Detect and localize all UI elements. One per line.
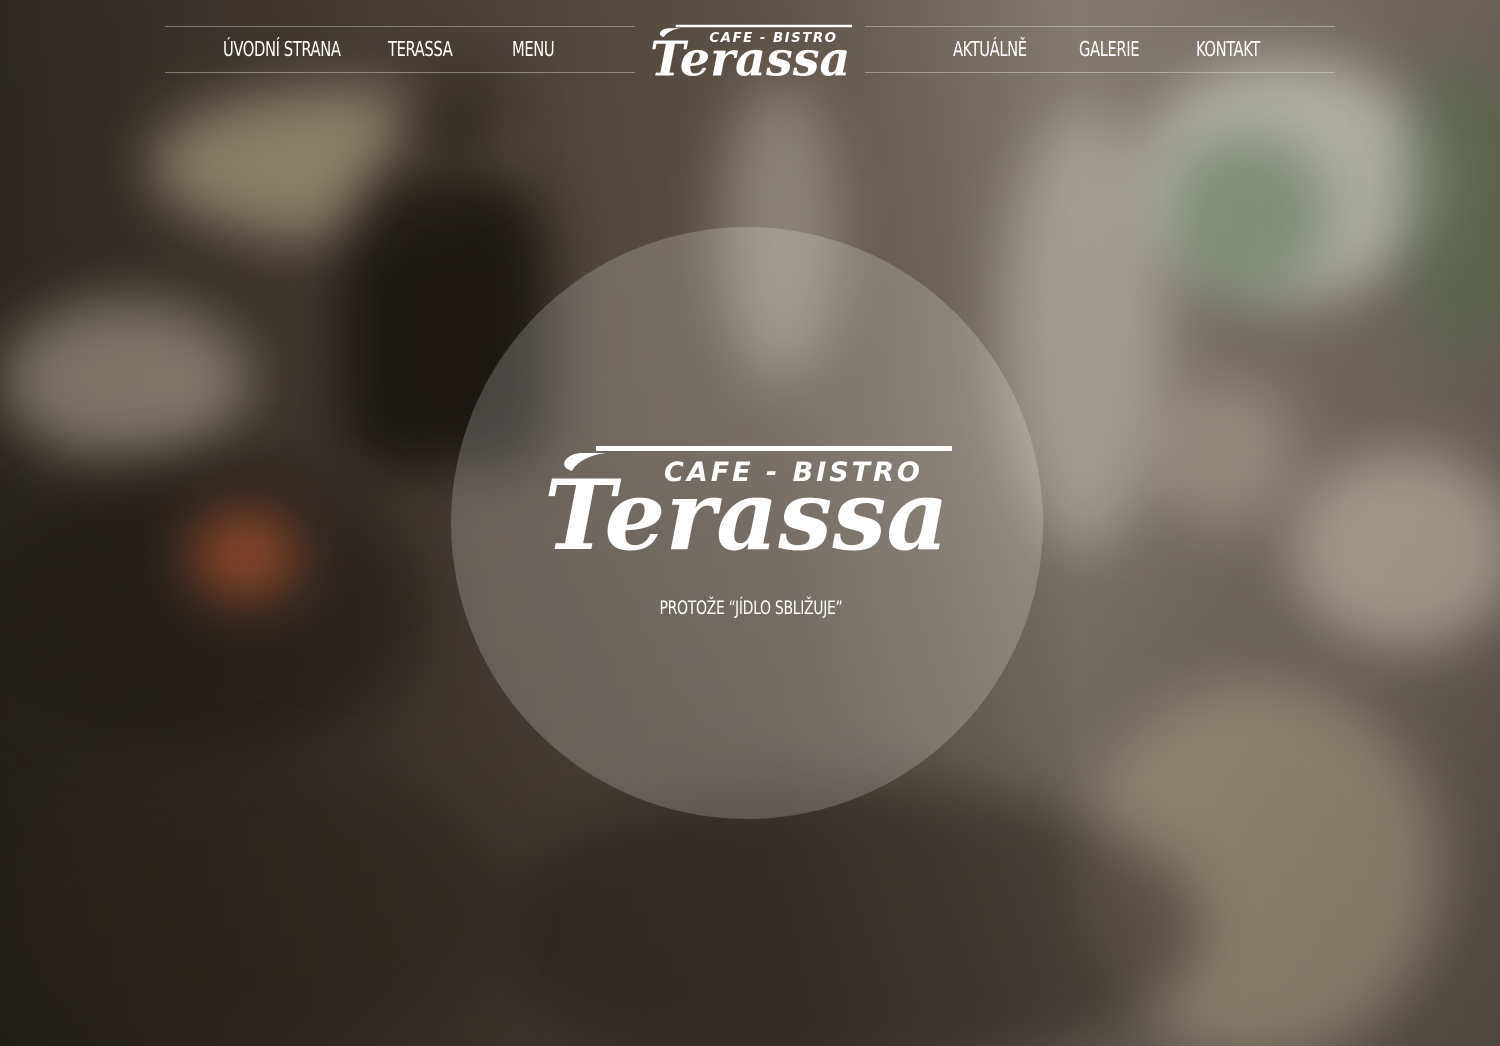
- hero-tagline: PROTOŽE “JÍDLO SBLIŽUJE”: [659, 597, 843, 619]
- nav-link-menu[interactable]: MENU: [512, 27, 555, 72]
- svg-text:Terassa: Terassa: [544, 459, 949, 561]
- nav-link-uvodni-strana[interactable]: ÚVODNÍ STRANA: [223, 27, 341, 72]
- nav-link-terassa[interactable]: TERASSA: [388, 27, 453, 72]
- hero-logo: CAFE - BISTRO Terassa: [536, 437, 956, 572]
- main-nav-left: ÚVODNÍ STRANA TERASSA MENU: [165, 26, 635, 73]
- nav-link-kontakt[interactable]: KONTAKT: [1196, 27, 1260, 72]
- terassa-hero-logo-icon: CAFE - BISTRO Terassa: [544, 446, 952, 572]
- nav-link-aktualne[interactable]: AKTUÁLNĚ: [953, 27, 1027, 72]
- header-logo[interactable]: CAFE - BISTRO Terassa: [646, 20, 854, 88]
- svg-text:Terassa: Terassa: [650, 32, 850, 82]
- main-nav-right: AKTUÁLNĚ GALERIE KONTAKT: [865, 26, 1335, 73]
- nav-link-galerie[interactable]: GALERIE: [1079, 27, 1140, 72]
- terassa-logo-icon: CAFE - BISTRO Terassa: [650, 24, 853, 88]
